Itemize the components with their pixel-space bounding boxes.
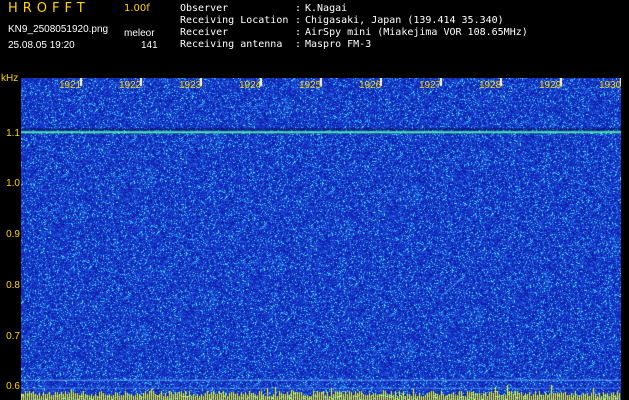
metadata-value: AirSpy mini (Miakejima VOR 108.65MHz) [305, 27, 528, 38]
count-label: 141 [141, 40, 158, 51]
version-label: 1.00f [124, 3, 150, 14]
metadata-colon: : [295, 27, 302, 38]
y-tick-label: 0.6 [6, 381, 20, 393]
time-tick-label: 1923 [179, 80, 202, 91]
metadata-colon: : [295, 15, 302, 26]
datetime-label: 25.08.05 19:20 [8, 40, 75, 51]
metadata-value: Chigasaki, Japan (139.414 35.340) [305, 15, 504, 26]
metadata-colon: : [295, 3, 302, 14]
time-tick-label: 1922 [119, 80, 142, 91]
y-tick-label: 1.0 [6, 178, 20, 190]
y-tick-label: 0.9 [6, 229, 20, 241]
filename-label: KN9_2508051920.png [8, 24, 109, 35]
metadata-label: Receiver [180, 27, 229, 38]
app-title: HROFFT [8, 1, 90, 16]
metadata-value: K.Nagai [305, 3, 348, 14]
time-tick-label: 1924 [239, 80, 262, 91]
y-tick-label: 1.1 [6, 127, 20, 139]
time-tick-label: 1925 [299, 80, 322, 91]
metadata-value: Maspro FM-3 [305, 39, 372, 50]
spectrogram-plot [21, 78, 621, 400]
metadata-colon: : [295, 39, 302, 50]
y-tick-label: 0.7 [6, 330, 20, 342]
y-tick-label: 0.8 [6, 279, 20, 291]
time-tick-label: 1927 [419, 80, 442, 91]
time-tick-label: 1926 [359, 80, 382, 91]
spectrogram-canvas [21, 78, 621, 400]
metadata-label: Observer [180, 3, 229, 14]
metadata-label: Receiving antenna [180, 39, 283, 50]
time-tick-label: 1930 [599, 80, 622, 91]
time-tick-label: 1921 [59, 80, 82, 91]
metadata-label: Receiving Location [180, 15, 289, 26]
time-tick-label: 1929 [539, 80, 562, 91]
mode-label: meleor [124, 28, 155, 39]
time-tick-label: 1928 [479, 80, 502, 91]
y-axis-unit: kHz [1, 73, 19, 84]
